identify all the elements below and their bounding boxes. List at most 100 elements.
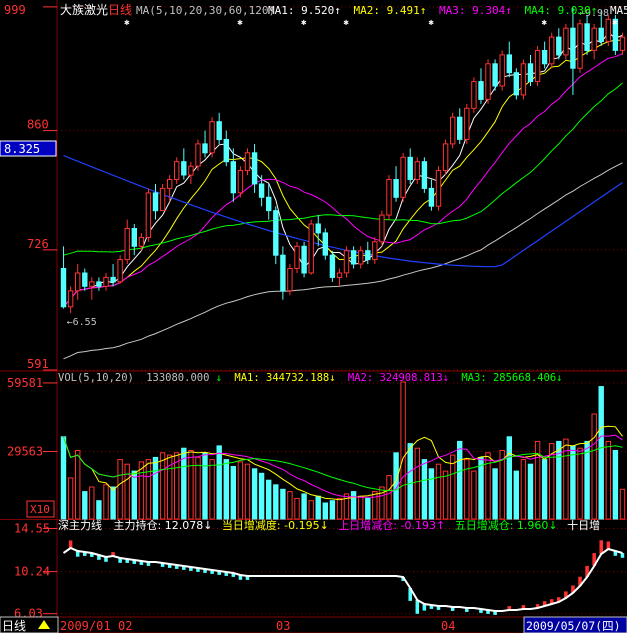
- candle: [400, 156, 406, 198]
- volume-bar: [266, 479, 272, 520]
- candle: [428, 187, 435, 207]
- indicator-tick-label: 14.55: [14, 522, 50, 536]
- volume-bar: [506, 436, 513, 520]
- candle: [499, 54, 505, 87]
- signal-star-icon: ✱: [124, 18, 130, 28]
- candle: [67, 290, 74, 308]
- candle: [549, 36, 555, 65]
- volume-bar: [89, 486, 95, 520]
- volume-bar: [570, 445, 576, 520]
- candle: [520, 63, 527, 96]
- volume-bar: [457, 440, 463, 520]
- volume-bar: [152, 456, 159, 520]
- volume-bar: [365, 497, 371, 520]
- volume-panel[interactable]: [57, 381, 627, 520]
- candle: [435, 170, 442, 207]
- volume-bar: [336, 497, 343, 520]
- candle: [315, 223, 321, 234]
- indicator-panel[interactable]: [57, 528, 627, 615]
- vol-value: 133080.000: [146, 372, 209, 384]
- candle: [280, 254, 286, 292]
- candle: [598, 27, 604, 43]
- candle: [485, 63, 491, 100]
- volume-bar: [308, 500, 314, 520]
- candle: [195, 143, 201, 167]
- indicator-item-4: 五日增减仓: 1.960↓: [455, 518, 558, 532]
- candle: [619, 36, 626, 51]
- signal-star-icon: ✱: [428, 18, 434, 28]
- candle: [471, 81, 477, 109]
- indicator-name: 深主力线: [58, 518, 102, 532]
- signal-star-icon: ✱: [237, 18, 243, 28]
- price-tick-label: 591: [27, 357, 49, 371]
- candle: [96, 281, 102, 287]
- ma2-value: MA2: 9.491↑: [353, 4, 426, 17]
- candle: [350, 250, 357, 265]
- candle: [75, 272, 81, 292]
- vol-ma3: MA3: 285668.406↓: [461, 372, 562, 384]
- candle: [513, 72, 519, 96]
- candle: [534, 50, 541, 83]
- low-price-note: ←6.55: [67, 317, 97, 328]
- indicator-values: 深主力线 主力持仓: 12.078↓ 当日增减度: -0.195↓ 上日增减仓:…: [58, 518, 600, 532]
- current-price-marker: 8.325: [0, 140, 57, 157]
- date-label-4: 04: [441, 619, 455, 633]
- candle: [89, 281, 95, 287]
- current-price-label: 8.325: [4, 142, 40, 156]
- candle: [82, 272, 88, 287]
- candle: [584, 23, 590, 51]
- volume-bar: [527, 463, 534, 520]
- volume-bar: [605, 440, 611, 520]
- candle: [379, 214, 385, 243]
- candle: [478, 81, 484, 100]
- price-tick-label: 726: [27, 237, 49, 251]
- volume-bar: [251, 468, 258, 520]
- period-tab[interactable]: 日线: [0, 616, 59, 633]
- volume-bar: [577, 447, 583, 520]
- period-tab-label: 日线: [2, 619, 26, 633]
- volume-bar: [287, 491, 293, 520]
- candle: [308, 223, 314, 274]
- vol-arrow: ↓: [216, 372, 222, 384]
- volume-bar: [216, 445, 222, 520]
- indicator-header: 深主力线 主力持仓: 12.078↓ 当日增减度: -0.195↓ 上日增减仓:…: [58, 518, 600, 532]
- price-panel[interactable]: ←9.98←6.55✱ ✱ ✱ ✱ ✱ ✱ ✱: [57, 6, 627, 371]
- candle: [336, 272, 343, 278]
- volume-bar: [591, 413, 597, 520]
- candle: [570, 27, 576, 69]
- candle: [124, 228, 130, 261]
- candle: [237, 170, 244, 194]
- candle: [358, 250, 364, 265]
- volume-bar: [478, 456, 484, 520]
- signal-star-icon: ✱: [542, 18, 548, 28]
- volume-bar: [145, 459, 152, 520]
- candle: [230, 161, 237, 194]
- candle: [464, 107, 470, 140]
- candle: [563, 27, 569, 56]
- unit-badge-label: X10: [30, 503, 50, 516]
- candle: [167, 179, 173, 189]
- candle: [138, 236, 145, 247]
- candle: [294, 245, 300, 270]
- volume-bar: [110, 486, 116, 520]
- candle: [421, 161, 428, 189]
- candle: [343, 250, 350, 274]
- current-date-box: 2009/05/07(四): [523, 616, 627, 633]
- volume-bar: [117, 459, 123, 520]
- volume-bar: [619, 488, 626, 520]
- volume-bar: [67, 477, 74, 520]
- volume-bar: [386, 475, 392, 520]
- volume-bar: [435, 463, 442, 520]
- main-force-line: [62, 546, 623, 612]
- candle: [301, 245, 307, 274]
- volume-bar: [159, 452, 166, 520]
- date-label-2: 02: [118, 619, 132, 633]
- volume-bar: [188, 450, 194, 520]
- ma-values: MA1: 9.520↑ MA2: 9.491↑ MA3: 9.304↑ MA4:…: [268, 4, 627, 17]
- volume-bar: [513, 470, 519, 520]
- ma-line-3: [63, 53, 623, 308]
- candle: [591, 27, 597, 51]
- candle: [450, 116, 456, 145]
- volume-bar: [407, 443, 413, 520]
- candle: [273, 210, 279, 256]
